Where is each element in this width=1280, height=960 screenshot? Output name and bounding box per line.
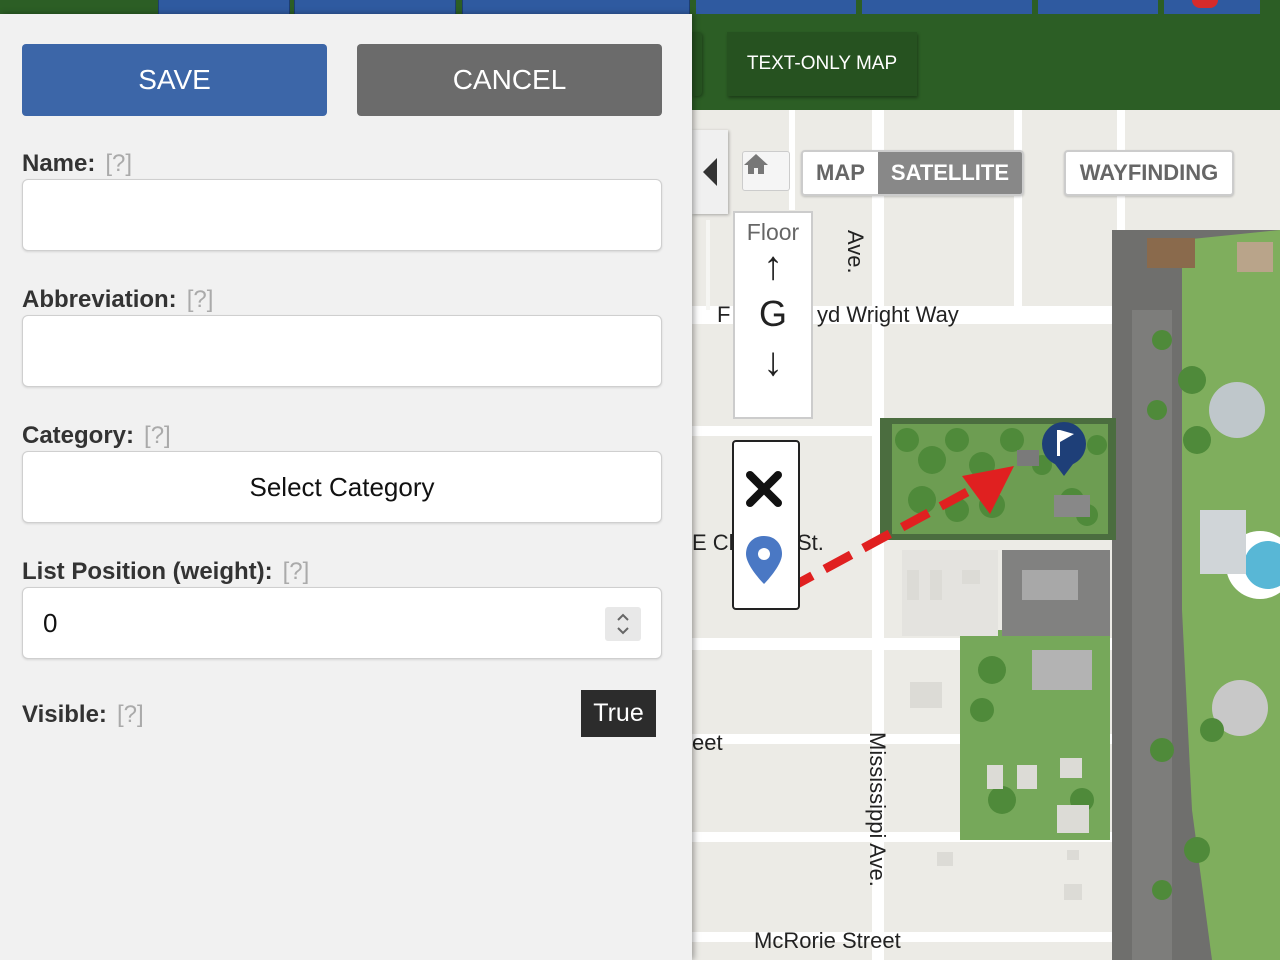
floor-down-button[interactable]: ↓	[735, 342, 811, 382]
help-link[interactable]: [?]	[144, 422, 171, 449]
top-tab[interactable]	[158, 0, 290, 14]
help-link[interactable]: [?]	[283, 558, 310, 585]
help-link[interactable]: [?]	[105, 150, 132, 177]
current-floor: G	[758, 293, 787, 334]
help-link[interactable]: [?]	[117, 701, 144, 728]
list-position-value: 0	[43, 607, 58, 638]
top-tab[interactable]	[294, 0, 456, 14]
notification-badge	[1192, 0, 1218, 8]
campus-map[interactable]: F yd Wright Way Ave. E Ch St. eet Missis…	[692, 110, 1280, 960]
abbreviation-field-label: Abbreviation: [?]	[22, 286, 213, 314]
visible-field-label: Visible: [?]	[22, 701, 144, 729]
street-label: eet	[692, 730, 723, 755]
category-select[interactable]: Select Category	[22, 451, 662, 523]
text-only-map-button[interactable]: TEXT-ONLY MAP	[727, 32, 917, 96]
close-icon[interactable]	[746, 471, 782, 507]
visible-toggle[interactable]: True	[581, 690, 656, 737]
top-tab[interactable]	[862, 0, 1032, 14]
category-field-label: Category: [?]	[22, 422, 171, 450]
top-tab[interactable]	[1038, 0, 1158, 14]
map-type-toggle: MAP SATELLITE	[801, 150, 1025, 196]
help-link[interactable]: [?]	[187, 286, 214, 313]
map-type-satellite-option[interactable]: SATELLITE	[877, 152, 1023, 194]
header-button-edge[interactable]	[692, 32, 702, 96]
name-field-label: Name: [?]	[22, 150, 132, 178]
location-edit-panel: SAVE CANCEL Name: [?] Abbreviation: [?] Ca…	[0, 14, 692, 960]
category-select-value: Select Category	[249, 471, 435, 502]
chevron-left-icon	[703, 158, 717, 186]
abbreviation-input[interactable]	[22, 315, 662, 387]
floor-label: Floor	[746, 219, 800, 245]
marker-tools-icons	[746, 471, 782, 584]
map-header-bar: TEXT-ONLY MAP	[692, 0, 1280, 110]
number-stepper[interactable]	[605, 607, 641, 641]
category-label: Category:	[22, 422, 135, 449]
top-tab[interactable]	[462, 0, 690, 14]
abbreviation-label: Abbreviation:	[22, 286, 177, 313]
stepper-arrows-icon	[617, 613, 629, 635]
collapse-panel-button[interactable]	[692, 130, 728, 214]
location-pin-icon[interactable]	[746, 536, 782, 584]
wayfinding-button[interactable]: WAYFINDING	[1064, 150, 1234, 196]
name-input[interactable]	[22, 179, 662, 251]
list-position-input[interactable]: 0	[22, 587, 662, 659]
street-label: Ave.	[843, 230, 868, 274]
save-button[interactable]: SAVE	[22, 44, 327, 116]
cancel-button[interactable]: CANCEL	[357, 44, 662, 116]
visible-label: Visible:	[22, 701, 107, 728]
street-label: Mississippi Ave.	[865, 732, 890, 887]
floor-selector: Floor ↑ G ↓	[733, 211, 813, 419]
list-position-field-label: List Position (weight): [?]	[22, 558, 309, 586]
floor-up-button[interactable]: ↑	[735, 246, 811, 286]
street-label: F	[717, 302, 731, 327]
home-button[interactable]	[742, 151, 790, 191]
map-type-map-option[interactable]: MAP	[803, 152, 878, 194]
street-label: yd Wright Way	[817, 302, 959, 327]
street-label: St.	[797, 530, 824, 555]
street-label: McRorie Street	[754, 928, 901, 953]
home-icon	[744, 154, 768, 174]
list-position-label: List Position (weight):	[22, 558, 273, 585]
top-tab[interactable]	[696, 0, 856, 14]
marker-tools	[732, 440, 800, 610]
name-label: Name:	[22, 150, 96, 177]
